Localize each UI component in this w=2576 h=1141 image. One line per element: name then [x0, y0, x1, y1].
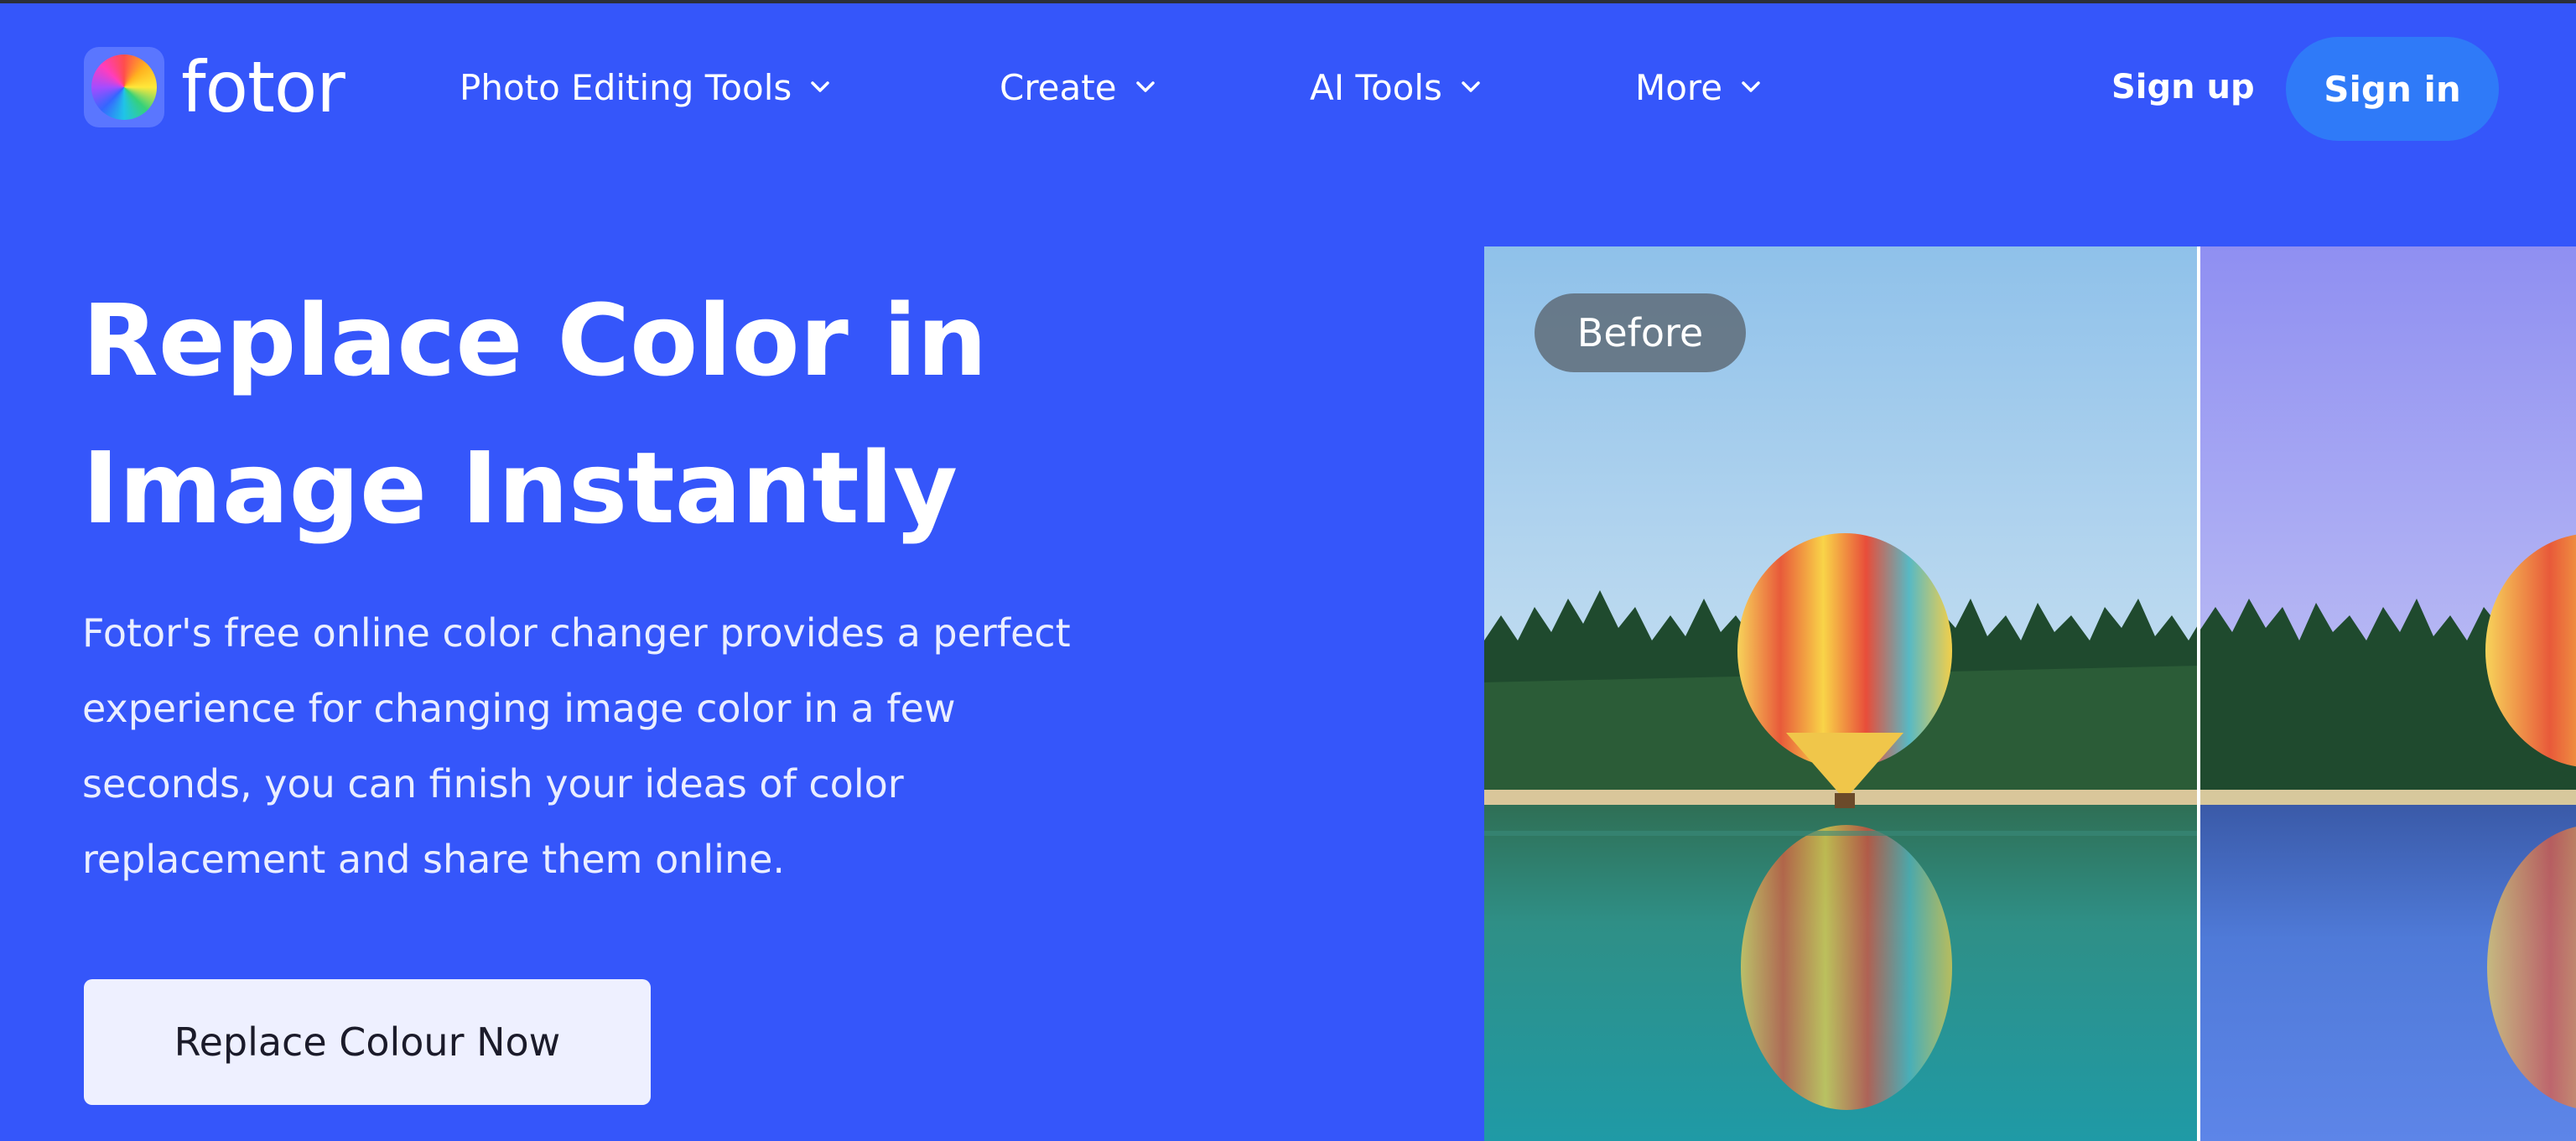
- nav-item-label: Create: [1000, 66, 1117, 108]
- replace-colour-now-button[interactable]: Replace Colour Now: [84, 979, 651, 1105]
- top-navigation: fotor Photo Editing Tools Create AI Tool…: [0, 3, 2576, 171]
- nav-item-label: Photo Editing Tools: [460, 66, 792, 108]
- description-line: seconds, you can finish your ideas of co…: [82, 761, 904, 806]
- fotor-logo-icon: [84, 47, 164, 127]
- brand-logo[interactable]: fotor: [84, 45, 345, 129]
- hero-description: Fotor's free online color changer provid…: [82, 595, 1273, 897]
- title-line: Replace Color in: [82, 283, 988, 398]
- chevron-down-icon: [1742, 81, 1760, 92]
- page-title: Replace Color in Image Instantly: [82, 267, 1340, 562]
- brand-name: fotor: [181, 46, 345, 128]
- sign-up-link[interactable]: Sign up: [2111, 64, 2255, 111]
- description-line: Fotor's free online color changer provid…: [82, 610, 1071, 656]
- before-after-comparison[interactable]: Before: [1484, 246, 2576, 1141]
- chevron-down-icon: [811, 81, 830, 92]
- sign-in-button[interactable]: Sign in: [2286, 37, 2499, 141]
- before-image: [1484, 246, 2199, 1141]
- comparison-slider-handle[interactable]: [2197, 246, 2200, 1141]
- nav-item-label: AI Tools: [1310, 66, 1442, 108]
- nav-create[interactable]: Create: [1000, 64, 1156, 111]
- nav-more[interactable]: More: [1635, 64, 1761, 111]
- after-image: [2199, 246, 2576, 1141]
- chevron-down-icon: [1135, 81, 1155, 92]
- nav-item-label: More: [1635, 66, 1723, 108]
- nav-photo-editing-tools[interactable]: Photo Editing Tools: [460, 64, 830, 111]
- chevron-down-icon: [1462, 81, 1480, 92]
- before-badge: Before: [1535, 293, 1746, 372]
- title-line: Image Instantly: [82, 430, 958, 546]
- description-line: replacement and share them online.: [82, 837, 786, 882]
- description-line: experience for changing image color in a…: [82, 686, 956, 731]
- nav-ai-tools[interactable]: AI Tools: [1310, 64, 1481, 111]
